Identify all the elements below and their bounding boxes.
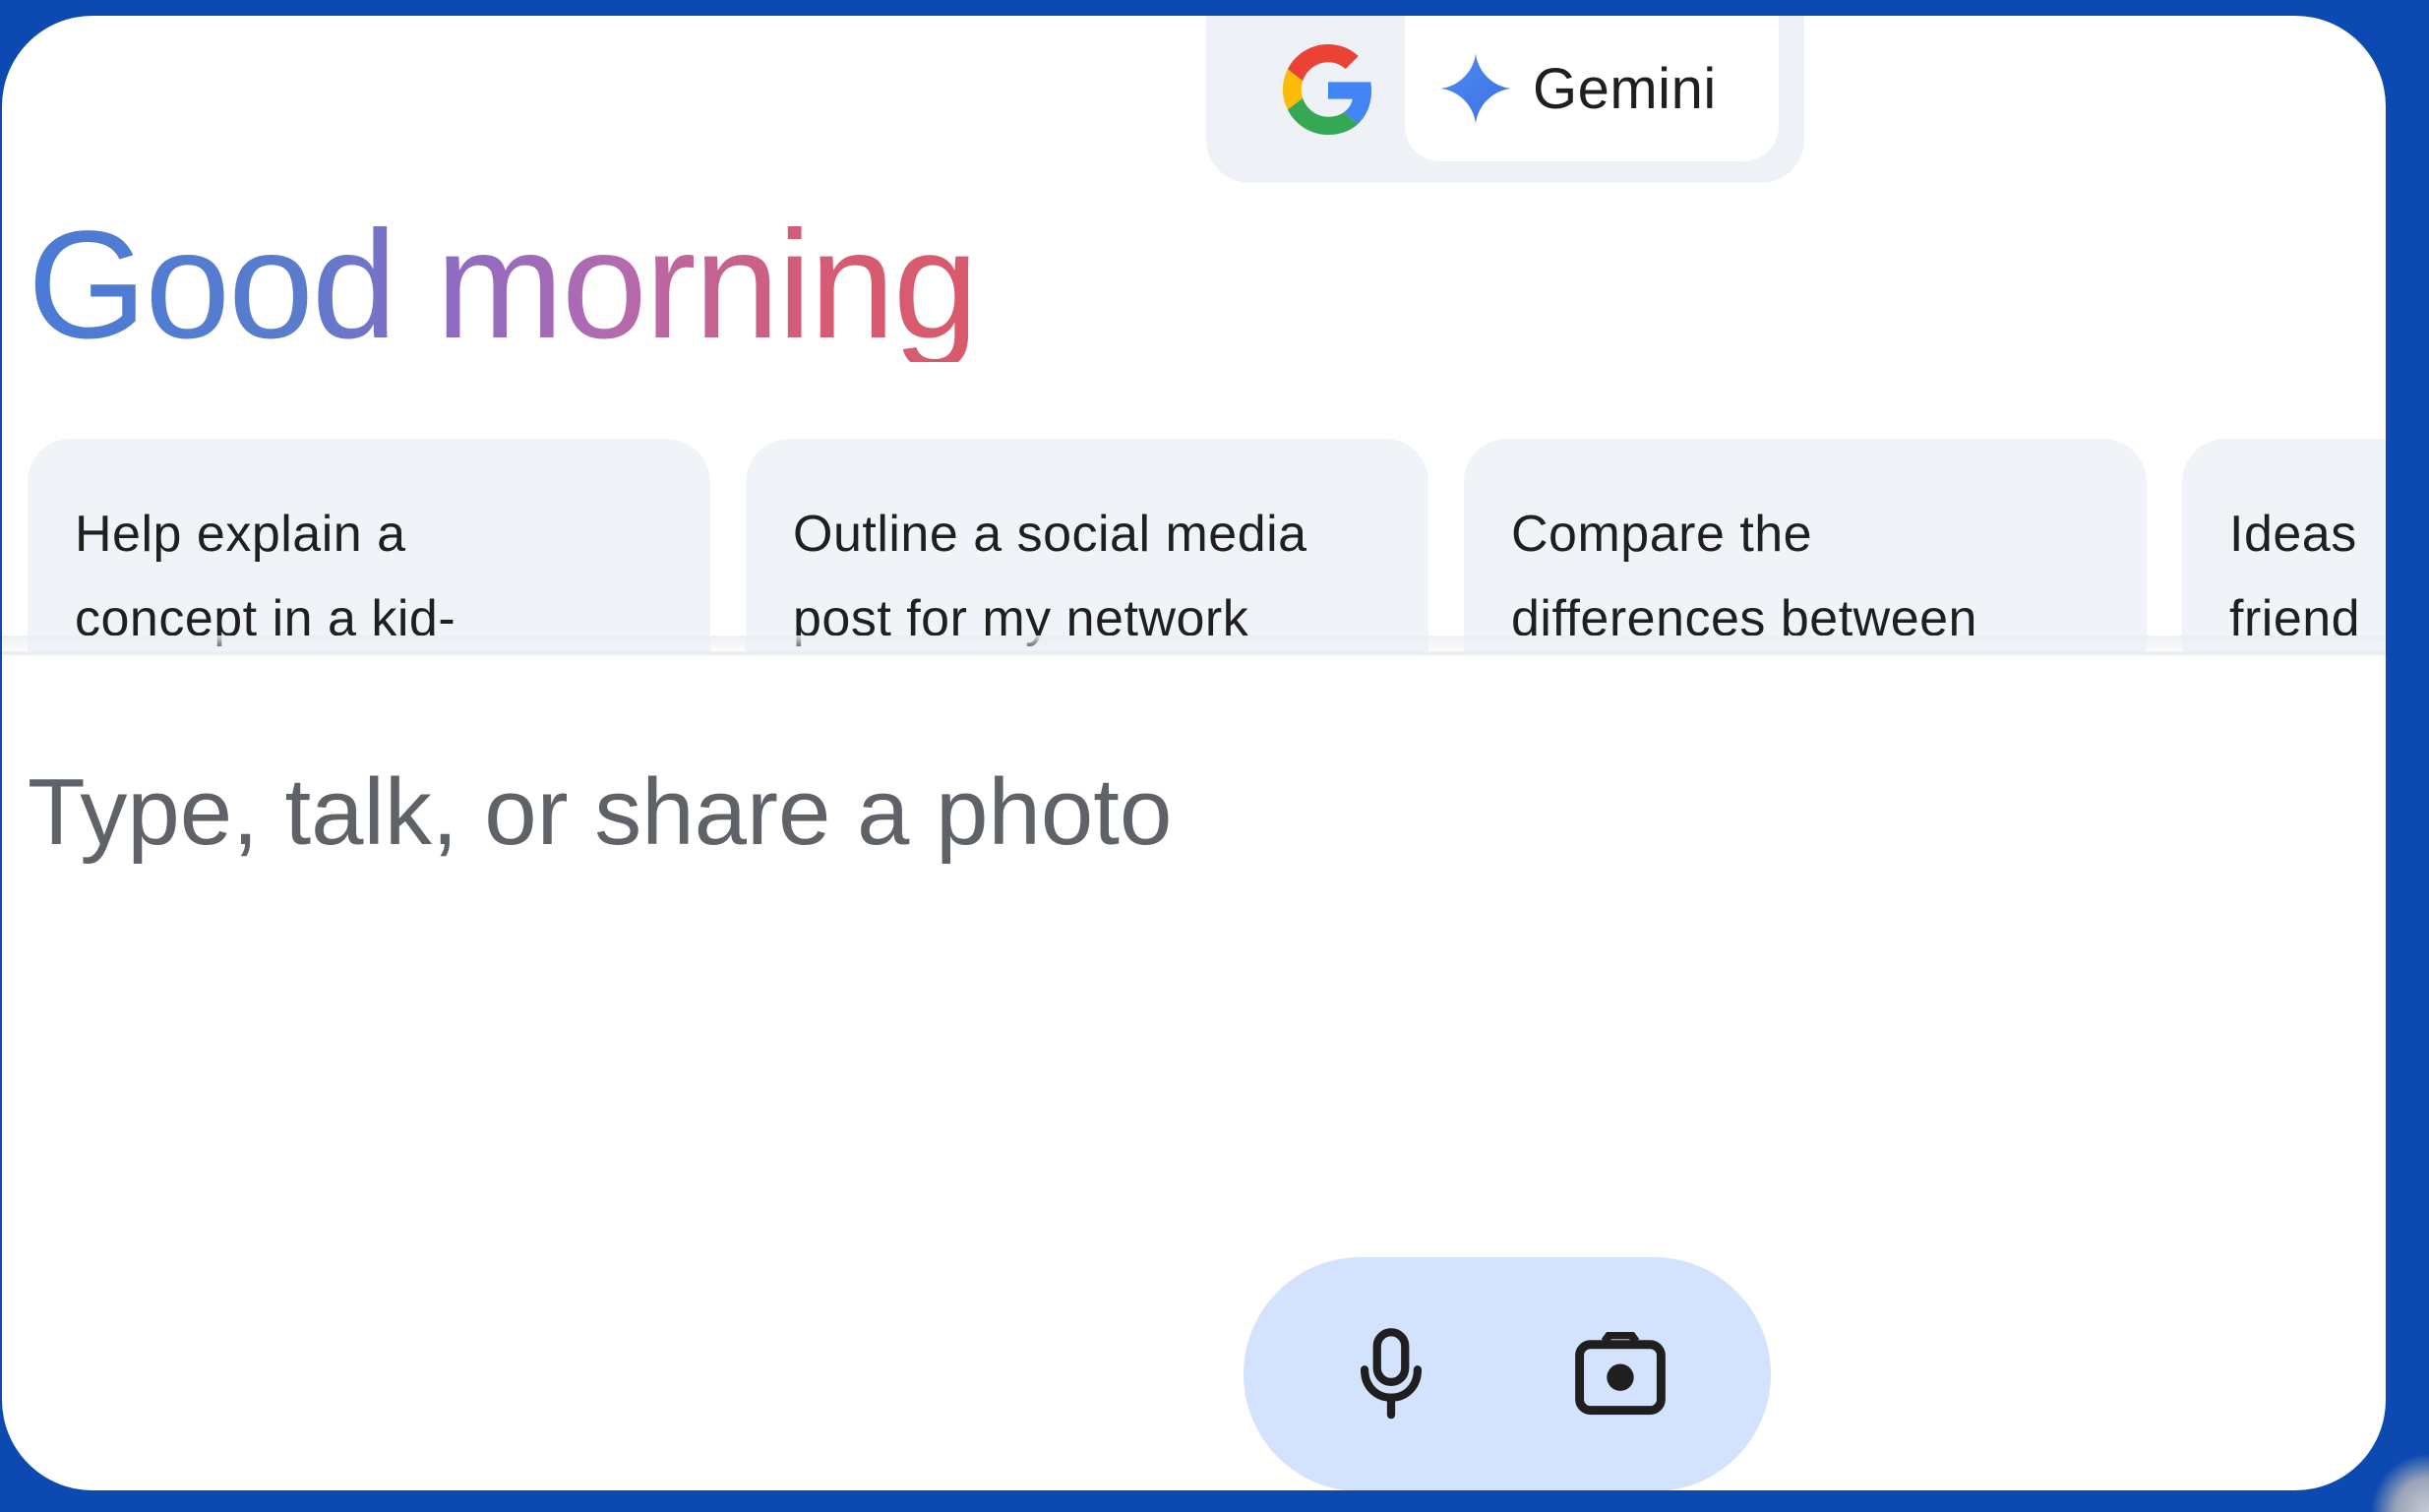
microphone-button[interactable] (1327, 1310, 1455, 1438)
microphone-icon (1360, 1328, 1423, 1420)
cards-divider (2, 651, 2386, 655)
greeting-heading: Good morning (28, 200, 979, 371)
device-frame: Gemini Good morning Help explain a conce… (0, 0, 2429, 1512)
corner-accent (2370, 1453, 2429, 1512)
suggestion-line: Outline a social media (793, 506, 1307, 563)
suggestion-cards: Help explain a concept in a kid- Outline… (28, 439, 2386, 653)
gemini-mode-label: Gemini (1533, 56, 1717, 121)
suggestion-line: Compare the (1511, 506, 1813, 563)
suggestion-card[interactable]: Outline a social media post for my netwo… (746, 439, 1428, 653)
google-mode-button[interactable] (1269, 35, 1387, 144)
gemini-sparkle-icon (1440, 53, 1511, 124)
prompt-input[interactable] (28, 754, 1995, 872)
suggestion-card[interactable]: Ideas friend (2182, 439, 2386, 653)
suggestion-card[interactable]: Compare the differences between (1464, 439, 2147, 653)
suggestion-card[interactable]: Help explain a concept in a kid- (28, 439, 710, 653)
suggestion-line: Ideas (2229, 506, 2357, 563)
camera-button[interactable] (1556, 1310, 1684, 1438)
suggestion-line: Help explain a (75, 506, 406, 563)
camera-icon (1575, 1332, 1666, 1416)
mode-toggle: Gemini (1206, 16, 1804, 183)
gemini-mode-button[interactable]: Gemini (1405, 16, 1779, 161)
gemini-screen: Gemini Good morning Help explain a conce… (2, 16, 2386, 1490)
input-actions-pill (1244, 1257, 1771, 1490)
google-g-logo-icon (1283, 44, 1372, 135)
